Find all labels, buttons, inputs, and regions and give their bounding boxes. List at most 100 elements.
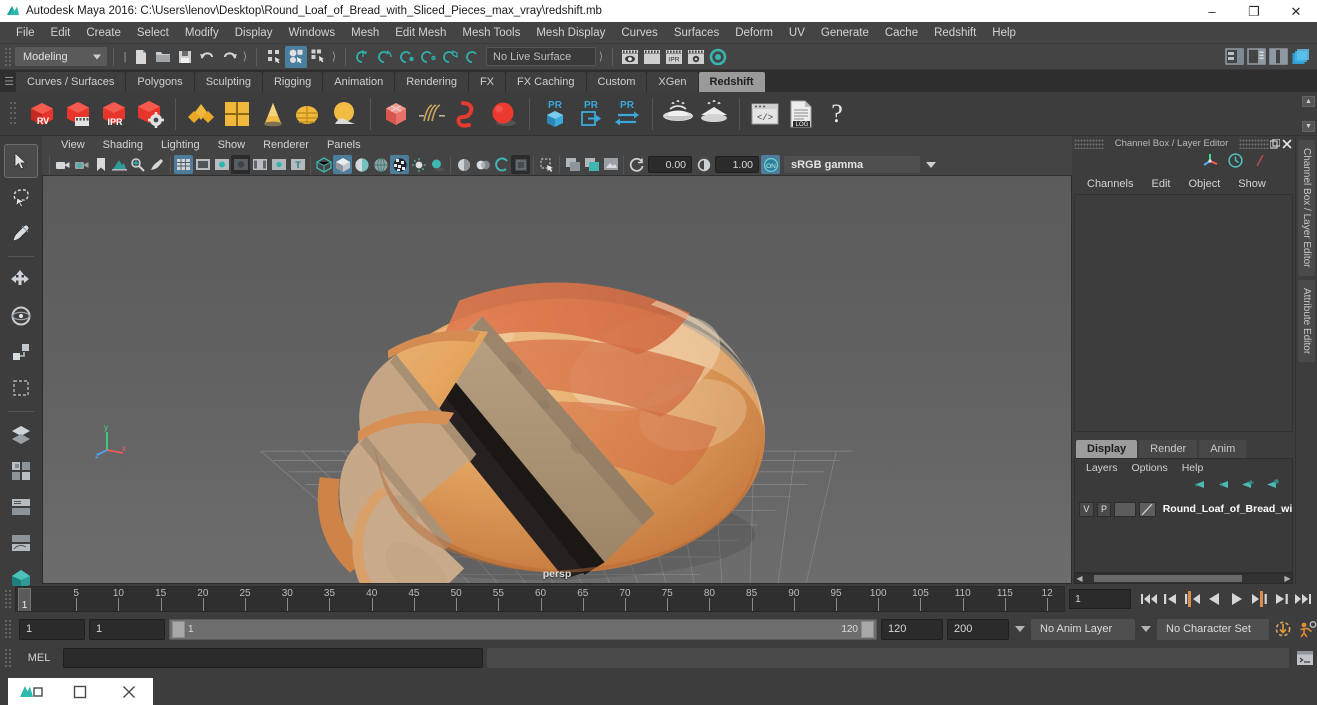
shelf-tab-animation[interactable]: Animation [323,72,395,92]
shelf-redshift-render-settings-icon[interactable] [132,96,168,132]
ipr-icon[interactable]: IPR [663,46,685,68]
range-end-handle[interactable] [861,620,874,638]
new-layer-icon[interactable] [1239,478,1255,496]
layer-panel-horizontal-scrollbar[interactable]: ◀ ▶ [1074,573,1293,584]
layer-menu-layers[interactable]: Layers [1079,462,1125,474]
layer-row[interactable]: V P Round_Loaf_of_Bread_wit [1075,501,1292,518]
viewport-menu-panels[interactable]: Panels [318,139,370,151]
ipr-render-region-icon[interactable] [641,46,663,68]
menu-set-selector[interactable]: Modeling [15,47,107,66]
last-tool-used-button[interactable] [4,371,38,405]
depth-peeling-icon[interactable] [511,155,530,174]
character-set-select[interactable]: No Character Set [1157,618,1269,640]
select-by-hierarchy-icon[interactable] [263,46,285,68]
shelf-tab-fx[interactable]: FX [468,72,506,92]
menu-display[interactable]: Display [227,25,281,41]
color-management-toggle-icon[interactable]: ON [761,155,780,174]
grease-pencil-icon[interactable] [148,155,167,174]
gamma-field[interactable]: 1.00 [715,156,759,173]
menu-modify[interactable]: Modify [177,25,227,41]
shelf-redshift-render-sequence-icon[interactable] [60,96,96,132]
time-slider-grip[interactable] [4,589,12,609]
select-by-component-type-icon[interactable] [307,46,329,68]
image-based-lighting-icon[interactable] [601,155,620,174]
shelf-redshift-material-icon[interactable] [183,96,219,132]
channel-box-content[interactable] [1074,193,1293,432]
menu-windows[interactable]: Windows [280,25,343,41]
current-time-indicator[interactable]: 1 [18,588,31,611]
gamma-reset-icon[interactable] [694,155,713,174]
camera-attributes-icon[interactable] [72,155,91,174]
auto-keyframe-icon[interactable] [1273,618,1293,640]
two-d-pan-zoom-icon[interactable] [129,155,148,174]
channelbox-menu-edit[interactable]: Edit [1142,178,1179,190]
shelf-redshift-proxy-object-icon[interactable]: PR [537,96,573,132]
maya-taskbar-icon[interactable] [8,678,56,705]
layer-playback-toggle[interactable]: P [1096,501,1112,517]
xray-icon[interactable] [269,155,288,174]
menu-generate[interactable]: Generate [813,25,877,41]
shelf-redshift-subsurface-icon[interactable] [291,96,327,132]
smooth-shade-selected-icon[interactable] [352,155,371,174]
step-forward-keyframe-icon[interactable] [1271,588,1291,610]
layer-visibility-toggle[interactable]: V [1079,501,1094,517]
layer-tab-anim[interactable]: Anim [1199,439,1247,458]
vertical-tab-channel-box[interactable]: Channel Box / Layer Editor [1298,140,1315,276]
scroll-right-icon[interactable]: ▶ [1283,574,1292,583]
show-hide-attribute-editor-icon[interactable] [1245,46,1267,68]
multisample-aa-icon[interactable] [492,155,511,174]
film-gate-icon[interactable] [193,155,212,174]
menu-deform[interactable]: Deform [727,25,781,41]
menu-surfaces[interactable]: Surfaces [666,25,727,41]
shelf-redshift-volume-icon[interactable] [378,96,414,132]
shelf-redshift-sphere-icon[interactable] [486,96,522,132]
viewport-menu-view[interactable]: View [52,139,94,151]
shelf-tab-polygons[interactable]: Polygons [126,72,194,92]
toggle-panel-icon[interactable] [582,155,601,174]
layer-menu-options[interactable]: Options [1125,462,1175,474]
show-grid-icon[interactable] [174,155,193,174]
panel-drag-handle-right[interactable] [1239,138,1269,149]
time-slider-track[interactable]: 1 5 10 15 20 25 30 35 40 45 50 55 60 65 70 75 80 85 90 95 1… [15,586,1065,612]
snap-to-curve-icon[interactable] [374,46,396,68]
shelf-redshift-ipr-icon[interactable]: IPR [96,96,132,132]
new-scene-button[interactable] [130,46,152,68]
shelf-scroll-up-icon[interactable]: ▲ [1302,96,1315,107]
close-panel-icon[interactable] [1281,138,1293,150]
bookmark-icon[interactable] [91,155,110,174]
show-hide-modeling-toolkit-icon[interactable] [1223,46,1245,68]
wireframe-on-shaded-icon[interactable] [371,155,390,174]
shelf-tab-custom[interactable]: Custom [586,72,647,92]
layer-menu-help[interactable]: Help [1175,462,1211,474]
menu-curves[interactable]: Curves [613,25,665,41]
range-start-handle[interactable] [172,620,185,638]
go-to-start-icon[interactable] [1139,588,1159,610]
scale-tool-button[interactable] [4,335,38,369]
shelf-scroll-down-icon[interactable]: ▼ [1302,121,1315,132]
shelf-redshift-script-editor-icon[interactable]: </> [747,96,783,132]
menu-create[interactable]: Create [78,25,129,41]
shelf-redshift-proxy-export-icon[interactable]: PR [573,96,609,132]
persp-outliner-layout-button[interactable] [4,490,38,524]
shelf-redshift-area-light-icon[interactable] [696,96,732,132]
snap-to-projected-center-icon[interactable] [418,46,440,68]
isolate-select-icon[interactable] [537,155,556,174]
layer-tab-render[interactable]: Render [1139,439,1198,458]
animation-start-time-field[interactable]: 1 [19,618,85,640]
restore-icon[interactable] [56,678,104,705]
no-manipulator-icon[interactable] [1252,152,1269,174]
go-to-end-icon[interactable] [1293,588,1313,610]
image-plane-icon[interactable] [110,155,129,174]
menu-redshift[interactable]: Redshift [926,25,984,41]
render-current-frame-icon[interactable] [619,46,641,68]
snap-to-point-icon[interactable] [396,46,418,68]
viewport-menu-lighting[interactable]: Lighting [152,139,209,151]
scroll-left-icon[interactable]: ◀ [1075,574,1084,583]
shelf-redshift-proxy-convert-icon[interactable]: PR [609,96,645,132]
use-all-lights-icon[interactable] [409,155,428,174]
snap-to-view-planes-icon[interactable] [440,46,462,68]
shelf-redshift-matte-icon[interactable] [219,96,255,132]
viewport-menu-show[interactable]: Show [209,139,255,151]
live-surface-field[interactable]: No Live Surface [486,47,596,66]
text-overlay-icon[interactable]: T [288,155,307,174]
